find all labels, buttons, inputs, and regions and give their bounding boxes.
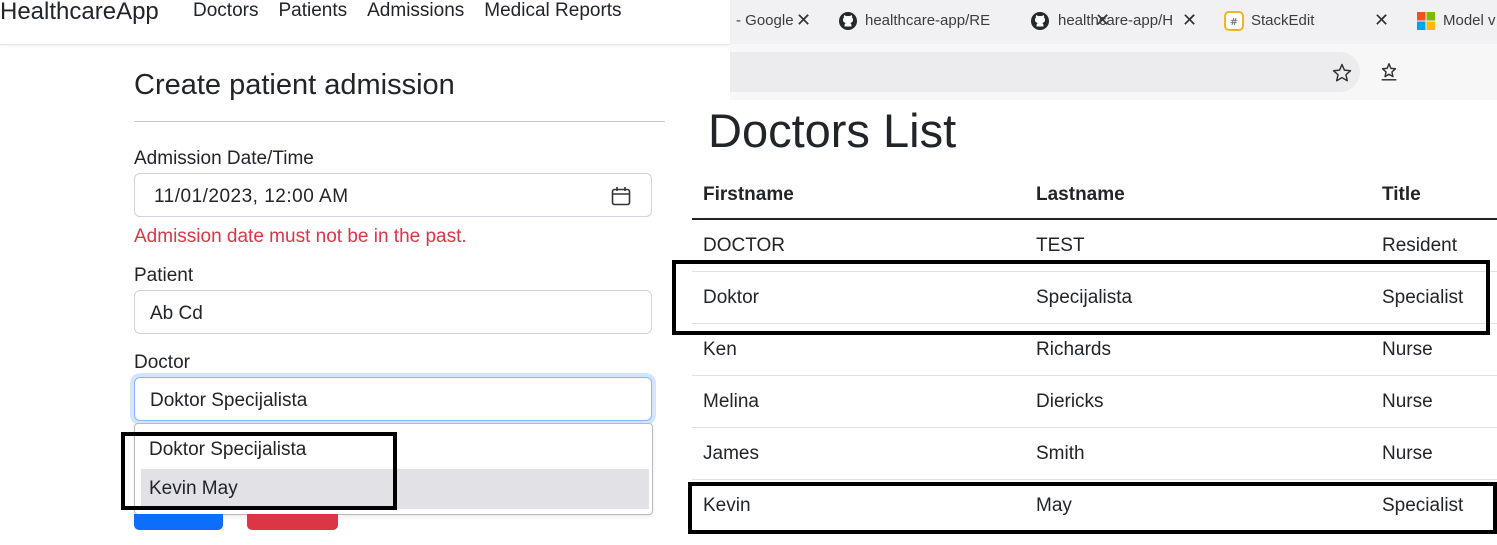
firstname-cell: Melina bbox=[703, 391, 759, 412]
github-icon bbox=[839, 12, 857, 30]
lastname-cell: Smith bbox=[1036, 443, 1085, 464]
admission-datetime-value: 11/01/2023, 12:00 AM bbox=[154, 186, 349, 207]
calendar-icon[interactable] bbox=[611, 186, 631, 206]
tab-label: - Google bbox=[736, 12, 794, 29]
nav-medical-reports[interactable]: Medical Reports bbox=[484, 0, 621, 22]
healthcare-app-pane: HealthcareApp Doctors Patients Admission… bbox=[0, 0, 730, 545]
lastname-cell: Richards bbox=[1036, 339, 1111, 360]
divider bbox=[134, 121, 665, 122]
page-title: Create patient admission bbox=[134, 69, 455, 101]
cancel-button[interactable] bbox=[247, 514, 338, 530]
doctor-option[interactable]: Doktor Specijalista bbox=[141, 430, 649, 470]
lastname-cell: May bbox=[1036, 495, 1072, 516]
patient-input[interactable]: Ab Cd bbox=[134, 290, 652, 334]
patient-label: Patient bbox=[134, 265, 194, 286]
browser-toolbar bbox=[730, 44, 1497, 100]
github-icon bbox=[1031, 12, 1049, 30]
table-row: Melina Diericks Nurse bbox=[692, 376, 1497, 428]
patient-value: Ab Cd bbox=[150, 303, 203, 324]
column-header-firstname: Firstname bbox=[703, 184, 794, 205]
table-row: Ken Richards Nurse bbox=[692, 324, 1497, 376]
title-cell: Resident bbox=[1382, 235, 1457, 256]
firstname-cell: James bbox=[703, 443, 759, 464]
close-icon[interactable]: ✕ bbox=[1182, 9, 1197, 31]
tab-healthcare-readme[interactable]: healthcare-app/RE ✕ bbox=[835, 0, 1110, 44]
doctors-table: Firstname Lastname Title DOCTOR TEST Res… bbox=[692, 170, 1497, 532]
close-icon[interactable]: ✕ bbox=[796, 9, 811, 31]
nav-doctors[interactable]: Doctors bbox=[193, 0, 258, 22]
tab-model[interactable]: Model v bbox=[1416, 0, 1497, 44]
tab-label: healthcare-app/RE bbox=[865, 12, 991, 29]
title-cell: Nurse bbox=[1382, 391, 1433, 412]
table-row: Doktor Specijalista Specialist bbox=[692, 272, 1497, 324]
table-row: DOCTOR TEST Resident bbox=[692, 220, 1497, 272]
table-header-row: Firstname Lastname Title bbox=[692, 170, 1497, 220]
title-cell: Nurse bbox=[1382, 443, 1433, 464]
admission-date-label: Admission Date/Time bbox=[134, 148, 314, 169]
tab-label: healthcare-app/H bbox=[1058, 12, 1174, 29]
title-cell: Specialist bbox=[1382, 495, 1464, 516]
brand-logo[interactable]: HealthcareApp bbox=[0, 0, 159, 24]
tab-label: StackEdit bbox=[1251, 12, 1315, 29]
column-header-title: Title bbox=[1382, 184, 1421, 205]
firstname-cell: Ken bbox=[703, 339, 737, 360]
close-icon[interactable]: ✕ bbox=[1374, 9, 1389, 31]
nav-links: Doctors Patients Admissions Medical Repo… bbox=[193, 0, 642, 22]
favorite-star-icon[interactable] bbox=[1331, 62, 1353, 84]
lastname-cell: TEST bbox=[1036, 235, 1085, 256]
nav-admissions[interactable]: Admissions bbox=[367, 0, 464, 22]
doctor-dropdown: Doktor Specijalista Kevin May bbox=[134, 423, 653, 515]
tab-label: Model v bbox=[1443, 12, 1496, 29]
nav-patients[interactable]: Patients bbox=[278, 0, 347, 22]
submit-button[interactable] bbox=[134, 514, 223, 530]
table-row: James Smith Nurse bbox=[692, 428, 1497, 480]
tab-stackedit[interactable]: # StackEdit ✕ bbox=[1224, 0, 1394, 44]
table-row: Kevin May Specialist bbox=[692, 480, 1497, 532]
tab-google[interactable]: - Google ✕ bbox=[730, 0, 830, 44]
address-bar[interactable] bbox=[730, 52, 1360, 92]
doctor-option-highlighted[interactable]: Kevin May bbox=[141, 469, 649, 509]
svg-text:#: # bbox=[1230, 17, 1238, 28]
doctor-label: Doctor bbox=[134, 352, 190, 373]
top-navbar: HealthcareApp Doctors Patients Admission… bbox=[0, 0, 730, 45]
title-cell: Nurse bbox=[1382, 339, 1433, 360]
favorites-collection-icon[interactable] bbox=[1378, 61, 1400, 83]
tab-healthcare-h[interactable]: healthcare-app/H ✕ bbox=[1030, 0, 1210, 44]
firstname-cell: Kevin bbox=[703, 495, 751, 516]
doctors-list-heading: Doctors List bbox=[708, 104, 957, 157]
firstname-cell: Doktor bbox=[703, 287, 759, 308]
column-header-lastname: Lastname bbox=[1036, 184, 1125, 205]
browser-tabstrip: - Google ✕ healthcare-app/RE ✕ healthcar… bbox=[730, 0, 1497, 44]
stackedit-icon: # bbox=[1224, 11, 1244, 31]
admission-date-error: Admission date must not be in the past. bbox=[134, 226, 467, 247]
title-cell: Specialist bbox=[1382, 287, 1464, 308]
lastname-cell: Diericks bbox=[1036, 391, 1104, 412]
doctor-input[interactable]: Doktor Specijalista bbox=[134, 377, 652, 421]
firstname-cell: DOCTOR bbox=[703, 235, 785, 256]
microsoft-icon bbox=[1417, 12, 1435, 30]
lastname-cell: Specijalista bbox=[1036, 287, 1133, 308]
admission-datetime-input[interactable]: 11/01/2023, 12:00 AM bbox=[134, 173, 652, 217]
doctor-value: Doktor Specijalista bbox=[150, 390, 308, 411]
